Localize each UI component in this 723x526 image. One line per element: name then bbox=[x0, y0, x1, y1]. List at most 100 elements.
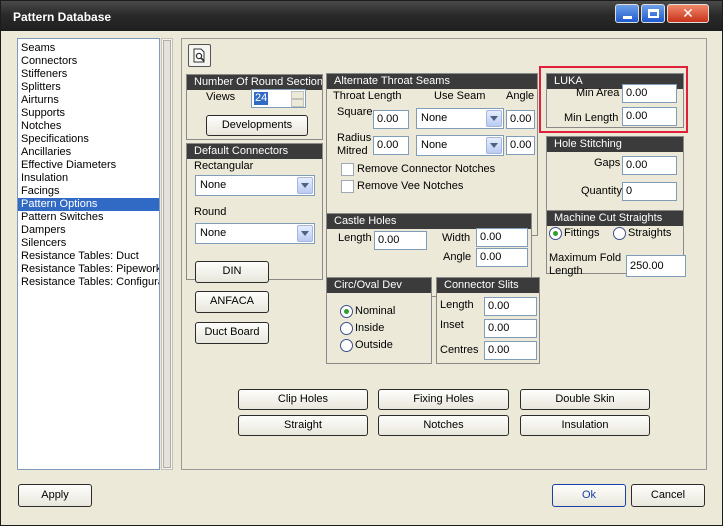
title-bar[interactable]: Pattern Database ✕ bbox=[1, 1, 722, 31]
luka-highlight-box bbox=[539, 66, 688, 133]
throat-seams-header: Alternate Throat Seams bbox=[327, 74, 537, 89]
chevron-down-icon[interactable] bbox=[486, 110, 502, 127]
nominal-radio[interactable] bbox=[340, 305, 353, 318]
scrollbar-thumb[interactable] bbox=[163, 40, 171, 468]
views-value[interactable]: 24 bbox=[254, 92, 269, 105]
circ-oval-header: Circ/Oval Dev bbox=[327, 278, 431, 293]
sidebar-item[interactable]: Resistance Tables: Pipework bbox=[18, 263, 159, 276]
notches-button[interactable]: Notches bbox=[378, 415, 509, 436]
preview-button[interactable] bbox=[188, 44, 211, 67]
quantity-input[interactable]: 0 bbox=[622, 182, 677, 201]
category-list[interactable]: Seams Connectors Stiffeners Splitters Airtur… bbox=[17, 38, 160, 470]
print-preview-icon bbox=[193, 48, 205, 63]
sidebar-item[interactable]: Specifications bbox=[18, 133, 159, 146]
rectangular-connector-value: None bbox=[200, 179, 227, 191]
radius-label: Radius bbox=[337, 132, 372, 144]
sidebar-item[interactable]: Stiffeners bbox=[18, 68, 159, 81]
slits-inset-label: Inset bbox=[440, 319, 464, 331]
round-sections-header: Number Of Round Sections bbox=[187, 75, 322, 90]
remove-vee-notches-label[interactable]: Remove Vee Notches bbox=[357, 180, 463, 192]
maximize-button[interactable] bbox=[641, 4, 665, 23]
square-angle-input[interactable]: 0.00 bbox=[506, 110, 535, 129]
sidebar-item[interactable]: Airturns bbox=[18, 94, 159, 107]
gaps-input[interactable]: 0.00 bbox=[622, 156, 677, 175]
outside-radio[interactable] bbox=[340, 339, 353, 352]
fixing-holes-button[interactable]: Fixing Holes bbox=[378, 389, 509, 410]
round-label: Round bbox=[194, 206, 227, 218]
sidebar-item[interactable]: Resistance Tables: Duct bbox=[18, 250, 159, 263]
outside-label[interactable]: Outside bbox=[355, 339, 393, 351]
window-title: Pattern Database bbox=[13, 10, 112, 24]
fittings-radio[interactable] bbox=[549, 227, 562, 240]
apply-button[interactable]: Apply bbox=[18, 484, 92, 507]
rectangular-connector-select[interactable]: None bbox=[195, 175, 315, 196]
inside-label[interactable]: Inside bbox=[355, 322, 384, 334]
straight-button[interactable]: Straight bbox=[238, 415, 368, 436]
castle-width-input[interactable]: 0.00 bbox=[476, 228, 528, 247]
views-label: Views bbox=[206, 91, 236, 103]
sidebar-item[interactable]: Insulation bbox=[18, 172, 159, 185]
chevron-down-icon[interactable] bbox=[297, 225, 313, 242]
quantity-label: Quantity bbox=[581, 185, 622, 197]
double-skin-button[interactable]: Double Skin bbox=[520, 389, 650, 410]
sidebar-item[interactable]: Splitters bbox=[18, 81, 159, 94]
sidebar-item[interactable]: Seams bbox=[18, 42, 159, 55]
sidebar-item[interactable]: Dampers bbox=[18, 224, 159, 237]
spin-up-icon[interactable] bbox=[291, 91, 304, 99]
pattern-database-window: Pattern Database ✕ Seams Connectors Stiffe… bbox=[0, 0, 723, 526]
ok-button[interactable]: Ok bbox=[552, 484, 626, 507]
maximum-fold-length-input[interactable]: 250.00 bbox=[626, 255, 686, 277]
sidebar-item[interactable]: Effective Diameters bbox=[18, 159, 159, 172]
castle-angle-input[interactable]: 0.00 bbox=[476, 248, 528, 267]
rectangular-label: Rectangular bbox=[194, 160, 254, 172]
sidebar-item[interactable]: Facings bbox=[18, 185, 159, 198]
square-seam-select[interactable]: None bbox=[416, 108, 504, 129]
views-spinner[interactable]: 24 bbox=[251, 89, 306, 108]
square-length-input[interactable]: 0.00 bbox=[373, 110, 409, 129]
fittings-label[interactable]: Fittings bbox=[564, 227, 599, 239]
sidebar-item[interactable]: Connectors bbox=[18, 55, 159, 68]
slits-length-input[interactable]: 0.00 bbox=[484, 297, 537, 316]
nominal-label[interactable]: Nominal bbox=[355, 305, 395, 317]
slits-inset-input[interactable]: 0.00 bbox=[484, 319, 537, 338]
close-button[interactable]: ✕ bbox=[667, 4, 709, 23]
remove-connector-notches-checkbox[interactable] bbox=[341, 163, 354, 176]
sidebar-item[interactable]: Pattern Options bbox=[18, 198, 159, 211]
sidebar-item[interactable]: Silencers bbox=[18, 237, 159, 250]
sidebar-item[interactable]: Pattern Switches bbox=[18, 211, 159, 224]
default-connectors-header: Default Connectors bbox=[187, 144, 322, 159]
spin-down-icon[interactable] bbox=[291, 99, 304, 107]
sidebar-item[interactable]: Ancillaries bbox=[18, 146, 159, 159]
insulation-button[interactable]: Insulation bbox=[520, 415, 650, 436]
slits-centres-label: Centres bbox=[440, 344, 479, 356]
din-button[interactable]: DIN bbox=[195, 261, 269, 283]
castle-length-input[interactable]: 0.00 bbox=[374, 231, 427, 250]
straights-radio[interactable] bbox=[613, 227, 626, 240]
sidebar-item[interactable]: Supports bbox=[18, 107, 159, 120]
dialog-client: Seams Connectors Stiffeners Splitters Airtur… bbox=[1, 31, 722, 525]
duct-board-button[interactable]: Duct Board bbox=[195, 322, 269, 344]
angle-label: Angle bbox=[506, 90, 535, 102]
chevron-down-icon[interactable] bbox=[486, 137, 502, 154]
maximum-fold-length-label: Maximum Fold Length bbox=[549, 252, 622, 277]
radius-angle-input[interactable]: 0.00 bbox=[506, 136, 535, 155]
sidebar-item[interactable]: Resistance Tables: Configura bbox=[18, 276, 159, 289]
slits-centres-input[interactable]: 0.00 bbox=[484, 341, 537, 360]
clip-holes-button[interactable]: Clip Holes bbox=[238, 389, 368, 410]
round-connector-select[interactable]: None bbox=[195, 223, 315, 244]
minimize-button[interactable] bbox=[615, 4, 639, 23]
radius-seam-select[interactable]: None bbox=[416, 135, 504, 156]
category-list-scrollbar[interactable] bbox=[161, 38, 173, 470]
radius-seam-value: None bbox=[421, 139, 448, 151]
straights-label[interactable]: Straights bbox=[628, 227, 671, 239]
developments-button[interactable]: Developments bbox=[206, 115, 308, 136]
radius-length-input[interactable]: 0.00 bbox=[373, 136, 409, 155]
sidebar-item[interactable]: Notches bbox=[18, 120, 159, 133]
remove-connector-notches-label[interactable]: Remove Connector Notches bbox=[357, 163, 495, 175]
slits-length-label: Length bbox=[440, 299, 474, 311]
remove-vee-notches-checkbox[interactable] bbox=[341, 180, 354, 193]
anfaca-button[interactable]: ANFACA bbox=[195, 291, 269, 313]
inside-radio[interactable] bbox=[340, 322, 353, 335]
cancel-button[interactable]: Cancel bbox=[631, 484, 705, 507]
chevron-down-icon[interactable] bbox=[297, 177, 313, 194]
